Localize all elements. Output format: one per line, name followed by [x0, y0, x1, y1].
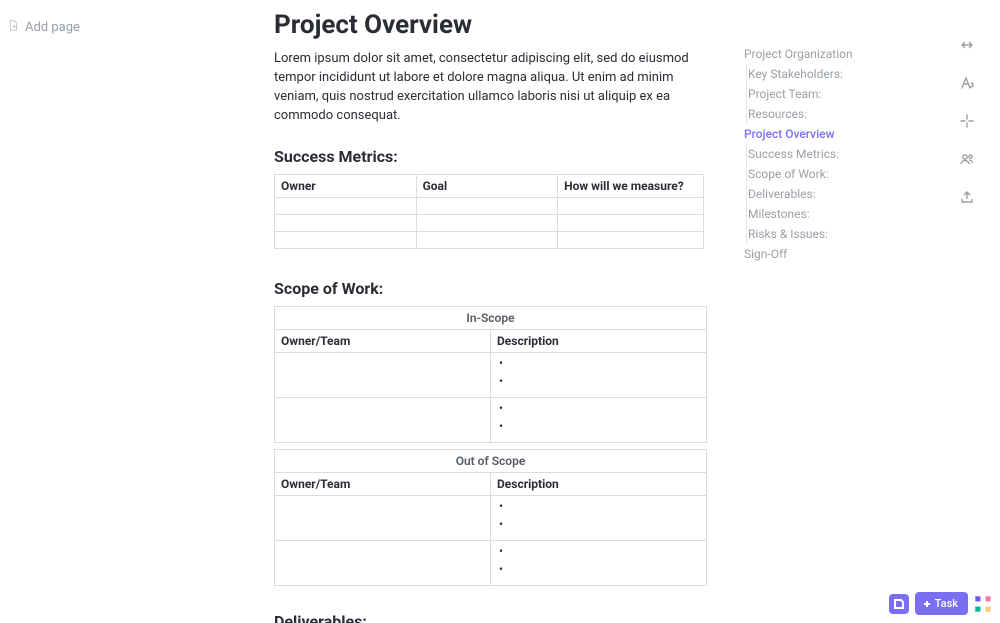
outline-item[interactable]: Sign-Off: [743, 244, 933, 264]
page-plus-icon: [8, 20, 19, 35]
grid-icon: [974, 595, 992, 613]
intro-paragraph: Lorem ipsum dolor sit amet, consectetur …: [274, 50, 708, 125]
sparkle-icon[interactable]: [958, 112, 976, 130]
plus-icon: [923, 600, 931, 608]
outline-item[interactable]: Resources:: [747, 104, 933, 124]
table-row[interactable]: [275, 541, 707, 586]
table-row[interactable]: [275, 198, 704, 215]
table-row[interactable]: [275, 496, 707, 541]
outline-item[interactable]: Success Metrics:: [747, 144, 933, 164]
col-description-2: Description: [497, 477, 559, 491]
add-page-label: Add page: [25, 20, 80, 35]
task-button[interactable]: Task: [915, 592, 968, 615]
outline-item[interactable]: Risks & Issues:: [747, 224, 933, 244]
document-outline: Project Organization Key Stakeholders: P…: [708, 0, 933, 623]
success-metrics-heading: Success Metrics:: [274, 147, 708, 166]
col-measure: How will we measure?: [564, 179, 684, 193]
tool-rail: [933, 0, 1000, 623]
deliverables-heading: Deliverables:: [274, 612, 708, 623]
page-title: Project Overview: [274, 10, 708, 40]
people-icon[interactable]: [958, 150, 976, 168]
in-scope-table[interactable]: In-Scope Owner/Team Description: [274, 306, 707, 443]
success-metrics-table[interactable]: Owner Goal How will we measure?: [274, 174, 704, 249]
out-scope-banner: Out of Scope: [275, 450, 707, 473]
outline-item-active[interactable]: Project Overview: [743, 124, 933, 144]
outline-item[interactable]: Project Team:: [747, 84, 933, 104]
table-row[interactable]: [275, 353, 707, 398]
outline-item[interactable]: Scope of Work:: [747, 164, 933, 184]
in-scope-banner: In-Scope: [275, 307, 707, 330]
apps-grid-button[interactable]: [974, 595, 992, 613]
expand-icon[interactable]: [958, 36, 976, 54]
table-row[interactable]: [275, 232, 704, 249]
outline-item[interactable]: Key Stakeholders:: [747, 64, 933, 84]
col-owner-team: Owner/Team: [281, 334, 350, 348]
out-scope-table[interactable]: Out of Scope Owner/Team Description: [274, 449, 707, 586]
typography-icon[interactable]: [958, 74, 976, 92]
task-button-label: Task: [935, 597, 958, 610]
col-owner-team-2: Owner/Team: [281, 477, 350, 491]
outline-item[interactable]: Deliverables:: [747, 184, 933, 204]
table-row[interactable]: [275, 398, 707, 443]
col-goal: Goal: [423, 179, 448, 193]
col-description: Description: [497, 334, 559, 348]
share-icon[interactable]: [958, 188, 976, 206]
scope-heading: Scope of Work:: [274, 279, 708, 298]
document-body[interactable]: Project Overview Lorem ipsum dolor sit a…: [274, 0, 708, 623]
table-row[interactable]: [275, 215, 704, 232]
add-page-button[interactable]: Add page: [8, 20, 80, 35]
outline-item[interactable]: Project Organization: [743, 44, 933, 64]
col-owner: Owner: [281, 179, 316, 193]
note-fab[interactable]: [889, 594, 909, 614]
outline-item[interactable]: Milestones:: [747, 204, 933, 224]
